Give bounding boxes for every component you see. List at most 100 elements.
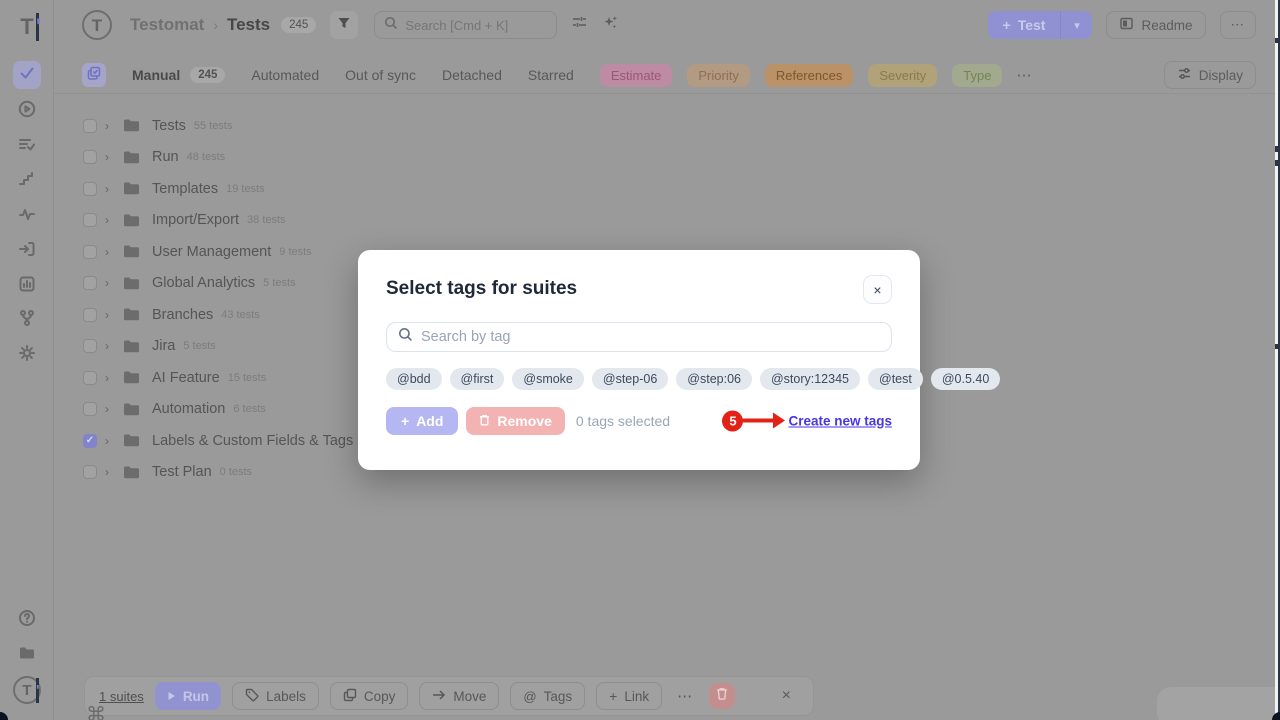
row-checkbox[interactable] <box>83 371 97 385</box>
tag-chip[interactable]: @step:06 <box>676 368 752 390</box>
chevron-right-icon[interactable]: › <box>105 339 115 353</box>
row-checkbox[interactable] <box>83 119 97 133</box>
row-checkbox[interactable] <box>83 182 97 196</box>
chevron-right-icon[interactable]: › <box>105 465 115 479</box>
row-checkbox[interactable] <box>83 339 97 353</box>
tab-manual[interactable]: Manual 245 <box>132 67 225 83</box>
view-settings-button[interactable] <box>571 14 588 36</box>
global-search[interactable] <box>374 11 557 39</box>
new-test-dropdown-button[interactable]: ▾ <box>1060 11 1092 39</box>
filter-badge-priority[interactable]: Priority <box>687 64 749 87</box>
chevron-right-icon[interactable]: › <box>105 276 115 290</box>
remove-tags-button[interactable]: Remove <box>466 407 564 435</box>
tree-row-tests[interactable]: › Tests 55 tests <box>54 110 814 142</box>
ai-assist-button[interactable] <box>602 14 619 36</box>
tree-row-run[interactable]: › Run 48 tests <box>54 142 814 174</box>
tab-detached[interactable]: Detached <box>442 67 502 83</box>
row-checkbox-checked[interactable]: ✓ <box>83 434 97 448</box>
add-tags-button[interactable]: + Add <box>386 407 458 435</box>
close-actions-icon[interactable]: × <box>782 687 791 705</box>
global-search-input[interactable] <box>405 18 535 33</box>
chevron-right-icon[interactable]: › <box>105 434 115 448</box>
tag-chip[interactable]: @step-06 <box>592 368 668 390</box>
project-logo[interactable]: T' <box>82 10 112 40</box>
docs-button[interactable] <box>13 641 41 669</box>
checklist-icon <box>18 135 36 158</box>
bulk-select-button[interactable] <box>82 63 106 87</box>
filter-badge-estimate[interactable]: Estimate <box>600 64 673 87</box>
scrollbar-mark <box>1275 160 1278 166</box>
chevron-right-icon[interactable]: › <box>105 119 115 133</box>
row-checkbox[interactable] <box>83 308 97 322</box>
chevron-right-icon[interactable]: › <box>105 213 115 227</box>
tab-out-of-sync[interactable]: Out of sync <box>345 67 416 83</box>
chevron-right-icon[interactable]: › <box>105 402 115 416</box>
row-checkbox[interactable] <box>83 150 97 164</box>
tag-chip[interactable]: @story:12345 <box>760 368 860 390</box>
bulk-more-button[interactable]: ⋯ <box>673 682 698 710</box>
sidebar-item-runlist[interactable] <box>13 132 41 160</box>
run-button[interactable]: Run <box>155 682 221 710</box>
row-checkbox[interactable] <box>83 276 97 290</box>
chevron-right-icon[interactable]: › <box>105 245 115 259</box>
tab-starred[interactable]: Starred <box>528 67 574 83</box>
filters-more-button[interactable]: ⋯ <box>1016 66 1033 84</box>
tab-automated[interactable]: Automated <box>251 67 319 83</box>
modal-close-button[interactable]: × <box>863 275 892 304</box>
chevron-down-icon: ▾ <box>1074 19 1080 32</box>
profile-logo-button[interactable]: T' <box>13 676 41 704</box>
sidebar-item-runs[interactable] <box>13 97 41 125</box>
chevron-right-icon[interactable]: › <box>105 371 115 385</box>
tree-row-import-export[interactable]: › Import/Export 38 tests <box>54 205 814 237</box>
row-checkbox[interactable] <box>83 402 97 416</box>
link-button[interactable]: + Link <box>596 682 662 710</box>
tree-row-templates[interactable]: › Templates 19 tests <box>54 173 814 205</box>
chevron-right-icon[interactable]: › <box>105 308 115 322</box>
tags-button[interactable]: @ Tags <box>510 682 585 710</box>
sidebar-item-pulse[interactable] <box>13 202 41 230</box>
sidebar-item-steps[interactable] <box>13 167 41 195</box>
display-sliders-icon <box>1177 66 1192 84</box>
breadcrumb-page[interactable]: Tests <box>227 15 270 35</box>
sidebar-item-branches[interactable] <box>13 306 41 334</box>
chevron-right-icon[interactable]: › <box>105 182 115 196</box>
display-button[interactable]: Display <box>1164 61 1256 89</box>
tag-chip[interactable]: @first <box>450 368 505 390</box>
search-icon <box>384 16 398 35</box>
sidebar-item-tests[interactable] <box>13 61 41 89</box>
move-button[interactable]: Move <box>419 682 499 710</box>
tag-search-input[interactable] <box>421 329 880 345</box>
new-test-button[interactable]: + Test <box>988 11 1061 39</box>
command-key-icon: ⌘ <box>86 702 106 720</box>
close-icon: × <box>873 282 881 298</box>
topbar-more-button[interactable]: ⋯ <box>1220 11 1257 39</box>
breadcrumb-app[interactable]: Testomat <box>130 15 204 35</box>
scrollbar-mark <box>1275 38 1278 43</box>
row-checkbox[interactable] <box>83 213 97 227</box>
select-tags-modal: Select tags for suites × @bdd @first @sm… <box>358 250 920 470</box>
sidebar-item-settings[interactable] <box>13 341 41 369</box>
tag-chip[interactable]: @smoke <box>512 368 584 390</box>
copy-button[interactable]: Copy <box>330 682 409 710</box>
tag-chip[interactable]: @0.5.40 <box>931 368 1000 390</box>
labels-button[interactable]: Labels <box>232 682 319 710</box>
filter-button[interactable] <box>330 11 358 39</box>
tag-search-box[interactable] <box>386 322 892 352</box>
sidebar-item-import[interactable] <box>13 237 41 265</box>
filter-badge-severity[interactable]: Severity <box>868 64 937 87</box>
row-checkbox[interactable] <box>83 465 97 479</box>
filter-badge-references[interactable]: References <box>765 64 853 87</box>
ellipsis-icon: ⋯ <box>1231 17 1246 33</box>
row-checkbox[interactable] <box>83 245 97 259</box>
readme-button[interactable]: Readme <box>1106 11 1205 39</box>
chevron-right-icon[interactable]: › <box>105 150 115 164</box>
at-icon: @ <box>523 689 536 704</box>
help-button[interactable] <box>13 606 41 634</box>
create-new-tags-link[interactable]: Create new tags <box>788 413 892 428</box>
delete-button[interactable] <box>709 683 735 709</box>
tag-chip[interactable]: @test <box>868 368 923 390</box>
filter-badge-type[interactable]: Type <box>952 64 1002 87</box>
filter-bar: Manual 245 Automated Out of sync Detache… <box>54 57 1280 94</box>
sidebar-item-analytics[interactable] <box>13 272 41 300</box>
tag-chip[interactable]: @bdd <box>386 368 442 390</box>
